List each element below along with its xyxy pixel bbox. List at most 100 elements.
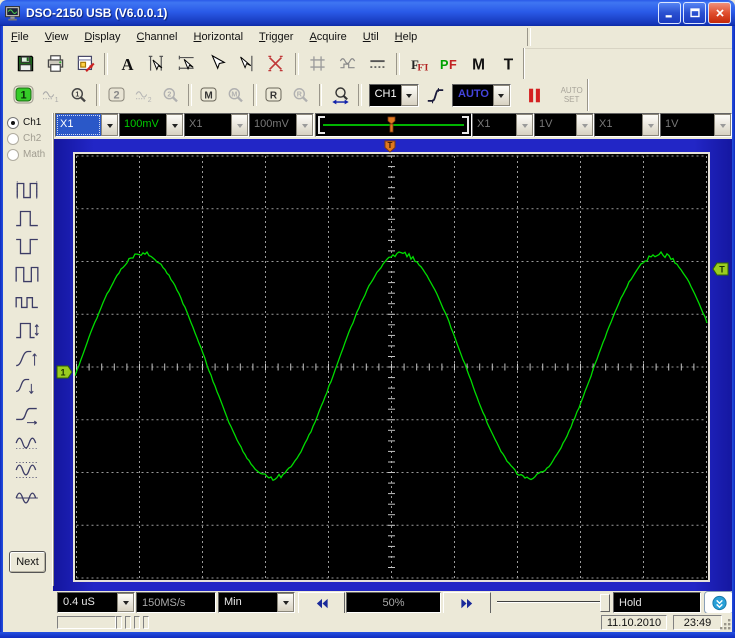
measure-fall-time-button[interactable] [9,372,45,399]
measure-period-button[interactable] [9,176,45,203]
channel-radio-ch2[interactable]: Ch2 [7,132,52,145]
ch1-probe-select[interactable]: X1 [55,113,119,137]
ref-probe-select[interactable]: X1 [594,113,660,137]
timebase-select[interactable]: 0.4 uS [57,592,135,613]
annotate-text-icon[interactable]: A [113,50,141,78]
ch2-enable-button[interactable]: 2 [106,84,128,106]
cursor-measure-v-icon[interactable] [173,50,201,78]
cursor-clear-icon[interactable] [262,50,290,78]
fft-icon[interactable]: FFT [405,50,433,78]
math-probe-select[interactable]: X1 [472,113,534,137]
horizontal-control-bar: 0.4 uS 150MS/s Min 50% Hold [2,591,734,614]
channel-radio-ch1[interactable]: Ch1 [7,116,52,129]
trigger-mode-select[interactable]: AUTO [452,83,511,107]
ch1-volts-arrow[interactable] [166,114,183,136]
scope-display[interactable] [75,154,708,580]
slider-handle[interactable] [387,116,396,134]
ch1-vertical-zoom-icon[interactable]: 1 [65,81,90,109]
menu-bar: File View Display Channel Horizontal Trigger A… [3,26,732,49]
trigger-source-arrow[interactable] [400,84,418,106]
pass-fail-icon[interactable]: PF [435,50,463,78]
toolbar-separator [104,52,109,75]
cursor-measure-h-icon[interactable] [143,50,171,78]
title-bar: DSO-2150 USB (V6.0.0.1) [0,0,735,26]
ch1-level-marker[interactable]: 1 [56,365,73,379]
page-setup-icon[interactable] [72,50,100,78]
menu-view[interactable]: View [37,28,77,46]
cursor-arrow-icon[interactable] [202,50,230,78]
ch1-waveform-icon[interactable]: 1 [38,81,63,109]
resize-grip[interactable] [719,618,732,631]
measure-pulse-button[interactable] [9,316,45,343]
math-probe-arrow [516,114,533,136]
ch2-waveform-icon[interactable]: 2 [131,81,156,109]
measure-frequency-button[interactable] [9,288,45,315]
menu-trigger[interactable]: Trigger [251,28,301,46]
measure-duty-cycle-button[interactable] [9,260,45,287]
app-icon[interactable] [4,5,21,22]
acquisition-mode-select[interactable]: Min [218,592,295,613]
svg-text:P: P [440,58,449,72]
cursor-track-icon[interactable] [232,50,260,78]
reference-line-icon[interactable] [363,50,391,78]
measure-negative-width-button[interactable] [9,232,45,259]
measure-delay-button[interactable] [9,400,45,427]
scroll-left-button[interactable] [298,592,345,614]
radio-dot [7,132,19,145]
timebase-arrow[interactable] [117,593,134,612]
position-slider-thumb[interactable] [600,594,610,612]
stop-acquisition-button[interactable] [522,81,547,109]
waveform-snap-icon[interactable] [333,50,361,78]
ref-volts-select[interactable]: 1V [660,113,732,137]
ch1-enable-button[interactable]: 1 [13,84,35,106]
ch1-volts-value: 100mV [124,118,159,130]
trigger-slope-icon[interactable] [423,81,448,109]
save-icon[interactable] [12,50,40,78]
reference-channel-button[interactable]: R [263,84,285,106]
menu-file[interactable]: File [3,28,37,46]
window-border-left [0,26,3,638]
trigger-mode-arrow[interactable] [492,84,510,106]
trigger-source-select[interactable]: CH1 [368,83,419,107]
expand-panel-button[interactable] [704,591,734,614]
channel-radio-math[interactable]: Math [7,148,52,161]
measure-peak-to-peak-button[interactable] [9,456,45,483]
autoset-button[interactable]: AUTO SET [556,86,587,104]
trigger-position-slider[interactable] [315,113,472,137]
scroll-right-button[interactable] [443,592,491,614]
text-label-icon[interactable]: T [494,50,522,78]
menu-horizontal[interactable]: Horizontal [185,28,251,46]
next-page-button[interactable]: Next [9,551,46,573]
ch2-vertical-zoom-icon[interactable]: 2 [158,81,183,109]
menu-channel[interactable]: Channel [128,28,185,46]
ch2-probe-select[interactable]: X1 [184,113,249,137]
ch1-probe-arrow[interactable] [101,114,118,136]
menu-help[interactable]: Help [387,28,426,46]
measure-mean-button[interactable] [9,484,45,511]
math-volts-select[interactable]: 1V [534,113,594,137]
ch1-volts-select[interactable]: 100mV [119,113,184,137]
reference-zoom-icon[interactable]: R [288,81,313,109]
minimize-button[interactable] [658,2,681,24]
measure-amplitude-button[interactable] [9,428,45,455]
math-channel-button[interactable]: M [198,84,220,106]
position-slider[interactable] [495,592,612,612]
measure-rise-time-button[interactable] [9,344,45,371]
math-zoom-icon[interactable]: M [223,81,248,109]
measure-positive-width-button[interactable] [9,204,45,231]
position-slider-track[interactable] [497,601,602,603]
menu-util[interactable]: Util [355,28,387,46]
trigger-level-marker[interactable]: T [712,262,729,276]
main-toolbar: A FFTPFMT [3,48,524,79]
acquisition-mode-arrow[interactable] [277,593,294,612]
maximize-button[interactable] [683,2,706,24]
close-button[interactable] [708,2,731,24]
math-label-icon[interactable]: M [464,50,492,78]
print-icon[interactable] [42,50,70,78]
menu-display[interactable]: Display [76,28,128,46]
ch2-volts-select[interactable]: 100mV [249,113,314,137]
grid-icon[interactable] [304,50,332,78]
trigger-time-marker[interactable]: T [383,140,397,153]
horizontal-zoom-icon[interactable] [327,81,352,109]
menu-acquire[interactable]: Acquire [301,28,354,46]
